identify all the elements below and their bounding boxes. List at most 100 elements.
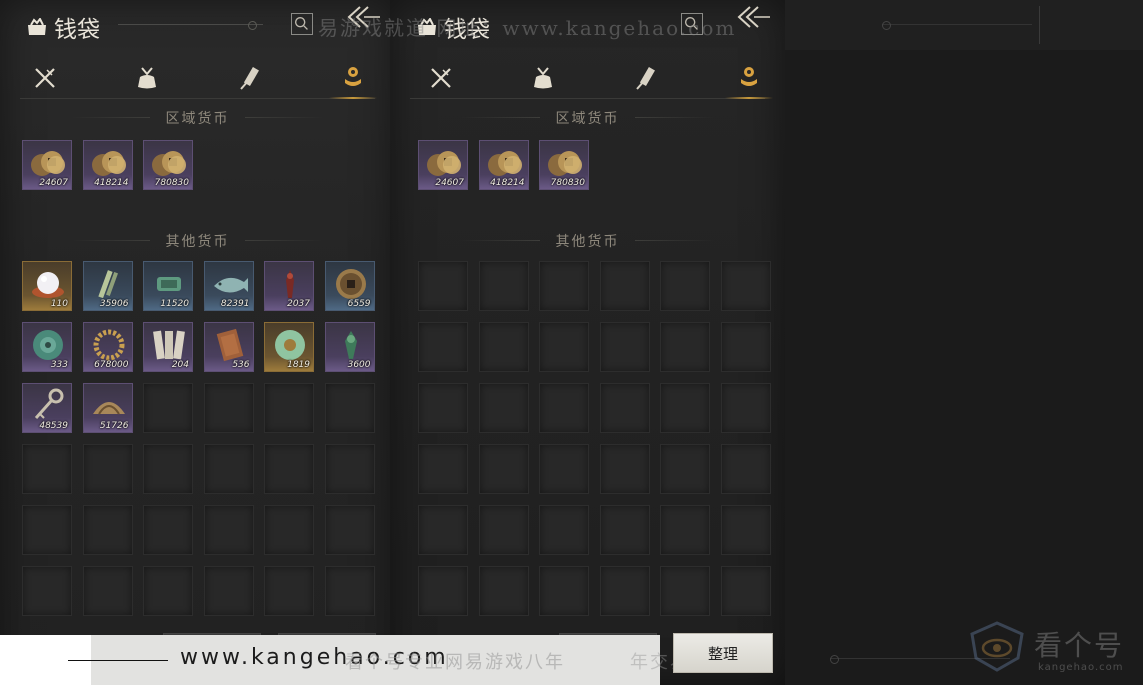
item-quantity: 1819 <box>287 360 310 370</box>
item-quantity: 48539 <box>39 421 68 431</box>
empty-slot <box>203 383 254 433</box>
coin-stack-icon <box>345 67 361 86</box>
coin-icon <box>548 151 582 176</box>
regional-currency-slot[interactable]: 24607 <box>418 140 468 190</box>
tab-scrolls[interactable] <box>626 58 666 98</box>
item-quantity: 24607 <box>435 178 464 188</box>
empty-slot <box>22 566 72 616</box>
wood-tablet-icon <box>216 328 243 362</box>
shell-coin-icon <box>92 402 125 415</box>
pouch-icon <box>138 67 156 89</box>
empty-slot <box>599 383 650 433</box>
empty-slot <box>720 383 771 433</box>
empty-slot <box>324 383 375 433</box>
crossed-swords-icon <box>35 68 55 88</box>
other-currency-slot[interactable]: 678000 <box>82 322 133 372</box>
item-quantity: 6559 <box>347 299 371 309</box>
wallet-panel-right: 钱袋 区域货币 24607 418214 780830 其他货币 <box>390 0 785 685</box>
coin-stack-icon <box>741 67 757 86</box>
empty-slot <box>660 566 710 616</box>
empty-slot <box>478 261 529 311</box>
jade-fish-icon <box>213 277 248 293</box>
item-quantity: 780830 <box>154 178 189 188</box>
empty-slot <box>324 444 375 494</box>
jade-token-icon <box>157 277 181 291</box>
sort-button[interactable]: 整理 <box>673 633 773 673</box>
collapse-button[interactable] <box>736 4 772 34</box>
other-currency-slot[interactable]: 3600 <box>324 322 375 372</box>
empty-slot <box>22 505 72 555</box>
other-currency-slot[interactable]: 6559 <box>324 261 375 311</box>
other-currency-slot[interactable]: 204 <box>143 322 193 372</box>
bamboo-slip-icon <box>97 270 118 299</box>
tab-items[interactable] <box>523 58 563 98</box>
other-currency-slot[interactable]: 536 <box>203 322 254 372</box>
title-group: 钱袋 <box>26 10 100 44</box>
item-quantity: 780830 <box>550 178 585 188</box>
header-ornament <box>118 21 263 30</box>
other-currency-slot[interactable]: 11520 <box>143 261 193 311</box>
coin-icon <box>91 151 126 176</box>
item-quantity: 3600 <box>347 360 371 370</box>
header-ornament <box>882 21 1032 30</box>
search-button[interactable] <box>291 13 313 35</box>
jade-ring-icon <box>275 330 305 360</box>
regional-currency-grid: 24607 418214 780830 <box>22 140 375 190</box>
coin-icon <box>152 151 186 176</box>
other-currency-slot[interactable]: 48539 <box>22 383 72 433</box>
other-currency-slot[interactable]: 35906 <box>82 261 133 311</box>
category-tabs <box>410 58 773 99</box>
item-quantity: 204 <box>171 360 189 370</box>
empty-slot <box>599 261 650 311</box>
item-quantity: 11520 <box>160 299 189 309</box>
page-title: 钱袋 <box>54 17 100 43</box>
empty-slot <box>418 261 468 311</box>
other-currency-slot[interactable]: 1819 <box>264 322 314 372</box>
tab-weapons[interactable] <box>421 58 461 98</box>
round-coin-icon <box>335 269 366 299</box>
other-currency-slot[interactable]: 82391 <box>203 261 254 311</box>
empty-slot <box>599 505 650 555</box>
empty-slot <box>478 505 529 555</box>
right-header-strip <box>785 0 1143 50</box>
wallet-panel-left: 钱袋 区域货币 24607 418214 780830 其他货币 110 359… <box>0 0 395 685</box>
regional-currency-slot[interactable]: 418214 <box>82 140 133 190</box>
empty-slot <box>478 444 529 494</box>
regional-currency-slot[interactable]: 24607 <box>22 140 72 190</box>
empty-slot <box>264 505 314 555</box>
watermark-logo: 看个号 kangehao.com <box>968 614 1138 680</box>
empty-slot <box>203 505 254 555</box>
tab-currency[interactable] <box>725 58 773 99</box>
section-title-other: 其他货币 <box>0 231 395 251</box>
crossed-swords-icon <box>431 68 451 88</box>
logo-domain: kangehao.com <box>1038 662 1124 673</box>
pearl-icon <box>32 272 64 298</box>
other-currency-slot[interactable]: 333 <box>22 322 72 372</box>
other-currency-grid <box>418 261 771 616</box>
tab-currency[interactable] <box>329 58 377 99</box>
item-quantity: 51726 <box>99 421 129 431</box>
empty-slot <box>720 566 771 616</box>
other-currency-slot[interactable]: 110 <box>22 261 72 311</box>
search-icon <box>294 16 308 30</box>
pouch-icon <box>534 67 552 89</box>
tab-scrolls[interactable] <box>230 58 270 98</box>
item-quantity: 333 <box>50 360 68 370</box>
empty-slot <box>203 566 254 616</box>
empty-slot <box>478 322 529 372</box>
tab-items[interactable] <box>127 58 167 98</box>
section-title-other: 其他货币 <box>390 231 785 251</box>
empty-slot <box>660 383 710 433</box>
section-title-regional: 区域货币 <box>390 108 785 128</box>
regional-currency-slot[interactable]: 780830 <box>143 140 193 190</box>
regional-currency-slot[interactable]: 418214 <box>478 140 529 190</box>
empty-slot <box>264 444 314 494</box>
item-quantity: 35906 <box>99 299 129 309</box>
other-currency-slot[interactable]: 2037 <box>264 261 314 311</box>
tab-weapons[interactable] <box>25 58 65 98</box>
empty-slot <box>22 444 72 494</box>
regional-currency-slot[interactable]: 780830 <box>539 140 589 190</box>
other-currency-slot[interactable]: 51726 <box>82 383 133 433</box>
watermark-top-text: 易游戏就道 网址：www.kangehao.com <box>318 16 737 40</box>
wallet-bag-icon <box>28 18 46 35</box>
